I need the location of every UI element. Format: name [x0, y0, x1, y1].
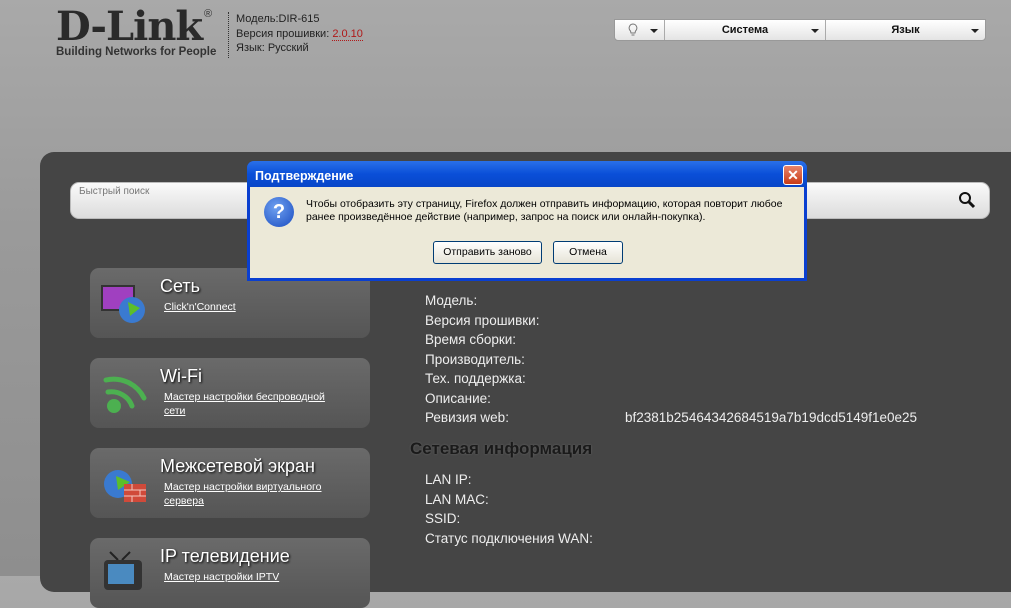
- info-label: Версия прошивки:: [425, 313, 540, 328]
- dialog-title: Подтверждение: [255, 169, 354, 183]
- firmware-label: Версия прошивки:: [236, 27, 330, 40]
- chevron-down-icon: [650, 29, 658, 33]
- search-input[interactable]: Быстрый поиск: [79, 186, 149, 197]
- lightbulb-icon: [628, 23, 637, 36]
- device-summary: Модель:DIR-615 Версия прошивки: 2.0.10 Я…: [228, 12, 363, 58]
- model-text: Модель:DIR-615: [236, 13, 320, 25]
- question-icon: ?: [264, 197, 294, 227]
- info-label: Тех. поддержка:: [425, 371, 526, 386]
- confirm-dialog: Подтверждение ✕ ? Чтобы отобразить эту с…: [247, 161, 807, 281]
- dlink-logo: D-Link ® Building Networks for People: [56, 3, 217, 59]
- network-info-heading: Сетевая информация: [410, 439, 593, 458]
- web-revision-value: bf2381b25464342684519a7b19dcd5149f1e0e25: [625, 410, 918, 425]
- system-menu-label: Система: [721, 24, 769, 36]
- tile-title: Сеть: [160, 276, 201, 296]
- language-menu-label: Язык: [891, 24, 920, 36]
- chevron-down-icon: [971, 29, 979, 33]
- dialog-titlebar: Подтверждение ✕: [247, 161, 807, 187]
- tile-link[interactable]: Click'n'Connect: [164, 300, 344, 314]
- tile-wifi[interactable]: Wi-Fi Мастер настройки беспроводной сети: [90, 358, 370, 428]
- info-label: Производитель:: [425, 352, 525, 367]
- wifi-icon: [103, 376, 147, 413]
- info-label: Модель:: [425, 293, 478, 308]
- tile-firewall[interactable]: Межсетевой экран Мастер настройки виртуа…: [90, 448, 370, 518]
- system-menu[interactable]: Система: [665, 20, 826, 40]
- language-menu[interactable]: Язык: [826, 20, 985, 40]
- tile-title: IP телевидение: [160, 546, 290, 566]
- info-label: Описание:: [425, 391, 491, 406]
- firmware-version[interactable]: 2.0.10: [332, 27, 363, 41]
- tile-iptv[interactable]: IP телевидение Мастер настройки IPTV: [90, 538, 370, 608]
- language-text: Язык: Русский: [236, 42, 309, 54]
- info-label: LAN IP:: [425, 472, 472, 487]
- firewall-icon: [104, 470, 146, 502]
- tile-title: Wi-Fi: [160, 366, 202, 386]
- tile-link[interactable]: Мастер настройки IPTV: [164, 570, 344, 584]
- top-menu: Система Язык: [614, 19, 986, 41]
- info-label: Статус подключения WAN:: [425, 531, 593, 546]
- info-label: Ревизия web:: [425, 410, 509, 425]
- info-label: SSID:: [425, 511, 461, 526]
- tile-link[interactable]: Мастер настройки беспроводной сети: [164, 390, 344, 418]
- info-label: LAN MAC:: [425, 492, 489, 507]
- tv-icon: [104, 551, 142, 590]
- chevron-down-icon: [811, 29, 819, 33]
- network-globe-icon: [101, 285, 145, 323]
- info-label: Время сборки:: [425, 332, 517, 347]
- notifications-menu[interactable]: [615, 20, 665, 40]
- search-icon[interactable]: [957, 190, 977, 210]
- close-icon[interactable]: ✕: [783, 165, 803, 185]
- resend-button[interactable]: Отправить заново: [433, 241, 542, 264]
- dialog-message: Чтобы отобразить эту страницу, Firefox д…: [306, 198, 783, 223]
- tile-link[interactable]: Мастер настройки виртуального сервера: [164, 480, 344, 508]
- cancel-button[interactable]: Отмена: [553, 241, 623, 264]
- tile-title: Межсетевой экран: [160, 456, 315, 476]
